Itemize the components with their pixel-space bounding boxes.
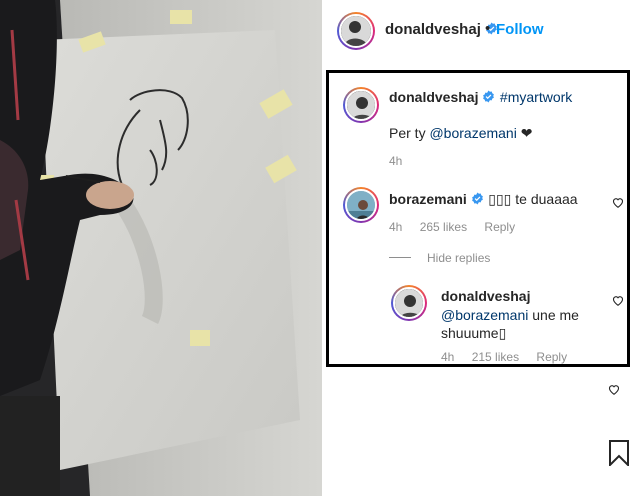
reply-time: 4h [441,350,455,364]
comments-section: donaldveshaj #myartwork Per ty @borazema… [326,70,630,367]
avatar [393,287,425,319]
reply-username[interactable]: donaldveshaj [441,288,530,304]
bookmark-icon[interactable] [607,440,631,466]
profile-photo-icon [347,91,375,119]
separator-dot: • [485,20,491,37]
reply-likes[interactable]: 215 likes [472,350,519,364]
reply-mention[interactable]: @borazemani [441,307,528,323]
verified-badge-icon [483,90,495,103]
comment-username[interactable]: borazemani [389,191,467,207]
hide-replies-button[interactable]: Hide replies [427,251,490,265]
avatar [345,189,377,221]
comment-reply-button[interactable]: Reply [484,220,515,234]
profile-photo-icon [341,16,371,46]
header-avatar[interactable] [337,12,375,50]
replies-divider [389,257,411,258]
follow-button[interactable]: Follow [496,21,544,38]
heart-outline-icon[interactable] [612,197,624,208]
comment-header: borazemani ▯▯▯ te duaaaa [389,191,578,209]
profile-photo-icon [395,289,423,317]
post-panel: donaldveshaj • Follow donaldveshaj #myar… [323,0,640,496]
caption-text-prefix: Per ty [389,125,426,141]
caption-text: Per ty @borazemani ❤ [389,125,532,142]
header-username[interactable]: donaldveshaj [385,21,498,38]
comment-likes[interactable]: 265 likes [420,220,467,234]
artwork-photo [0,0,322,496]
heart-outline-icon[interactable] [608,384,620,395]
caption-username[interactable]: donaldveshaj [389,89,478,105]
header-username-text[interactable]: donaldveshaj [385,21,481,38]
post-image[interactable] [0,0,322,496]
caption-hashtag[interactable]: #myartwork [500,89,572,105]
reply-text: @borazemani une me shuuume▯ [441,306,591,342]
reply-avatar[interactable] [391,285,427,321]
post-header: donaldveshaj • Follow [323,0,640,62]
heart-emoji: ❤ [520,125,533,141]
reply-reply-button[interactable]: Reply [536,350,567,364]
comment-meta: 4h 265 likes Reply [389,220,529,234]
avatar [339,14,373,48]
reply-meta: 4h 215 likes Reply [441,350,581,364]
caption-mention[interactable]: @borazemani [429,125,516,141]
reply-header: donaldveshaj [441,288,530,306]
verified-badge-icon [471,192,483,205]
comment-text: ▯▯▯ te duaaaa [488,191,578,207]
profile-photo-icon [347,191,375,219]
caption-avatar[interactable] [343,87,379,123]
comment-avatar[interactable] [343,187,379,223]
avatar [345,89,377,121]
caption-header: donaldveshaj #myartwork [389,89,572,107]
caption-time: 4h [389,154,403,168]
comment-time: 4h [389,220,403,234]
heart-outline-icon[interactable] [612,295,624,306]
